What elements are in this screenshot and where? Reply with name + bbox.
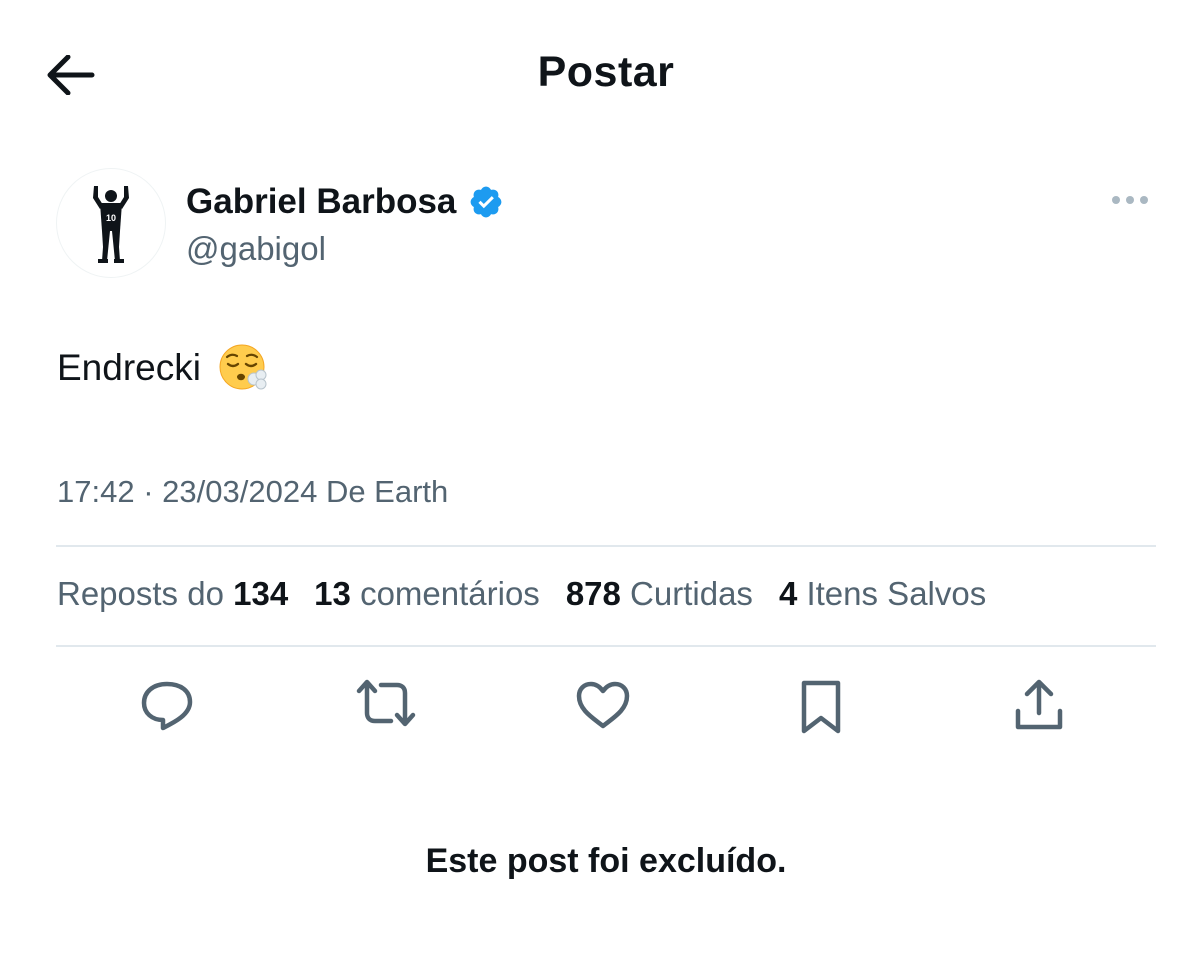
bookmark-icon (801, 680, 841, 734)
more-horizontal-icon (1112, 196, 1148, 204)
post-body: Endrecki (57, 342, 269, 394)
avatar-jersey-number: 10 (106, 213, 116, 223)
post-author: 10 Gabriel Barbosa @gabigol (56, 168, 1156, 280)
author-handle[interactable]: @gabigol (186, 230, 326, 268)
face-exhaling-emoji (219, 344, 267, 390)
page-title: Postar (537, 48, 675, 96)
post-date[interactable]: 23/03/2024 (162, 474, 317, 509)
reposts-label: Reposts do (57, 575, 224, 612)
post-stats: Reposts do 134 13 comentários 878 Curtid… (57, 575, 986, 613)
divider (56, 545, 1156, 547)
likes-stat[interactable]: 878 Curtidas (566, 575, 753, 613)
like-button[interactable] (568, 670, 638, 740)
deleted-post-notice: Este post foi excluído. (425, 842, 787, 880)
bookmark-button[interactable] (786, 672, 856, 742)
top-bar: Postar (0, 0, 1200, 150)
post-metadata: 17:42 · 23/03/2024 De Earth (57, 474, 448, 510)
verified-badge-icon (471, 186, 502, 218)
meta-separator: · (143, 474, 154, 509)
repost-icon (356, 679, 416, 727)
like-icon (576, 681, 630, 729)
comments-label: comentários (360, 575, 540, 612)
saves-label: Itens Salvos (806, 575, 987, 612)
action-bar (56, 668, 1156, 748)
author-name[interactable]: Gabriel Barbosa (186, 182, 456, 222)
likes-count: 878 (565, 575, 621, 612)
avatar[interactable]: 10 (56, 168, 166, 278)
reply-icon (141, 681, 193, 731)
post-text: Endrecki (57, 347, 201, 388)
likes-label: Curtidas (630, 575, 753, 612)
share-icon (1015, 679, 1063, 730)
comments-count: 13 (314, 575, 351, 612)
saves-stat[interactable]: 4 Itens Salvos (779, 575, 986, 613)
comments-stat[interactable]: 13 comentários (314, 575, 540, 613)
reply-button[interactable] (132, 671, 202, 741)
divider (56, 645, 1156, 647)
post-time[interactable]: 17:42 (57, 474, 135, 509)
post-source: De Earth (325, 474, 449, 509)
reposts-count: 134 (233, 575, 289, 612)
saves-count: 4 (778, 575, 798, 612)
author-name-row: Gabriel Barbosa (186, 182, 504, 222)
repost-button[interactable] (351, 668, 421, 738)
reposts-stat[interactable]: Reposts do 134 (57, 575, 288, 613)
more-options-button[interactable] (1104, 184, 1156, 216)
share-button[interactable] (1004, 670, 1074, 740)
player-silhouette-icon: 10 (93, 186, 129, 263)
